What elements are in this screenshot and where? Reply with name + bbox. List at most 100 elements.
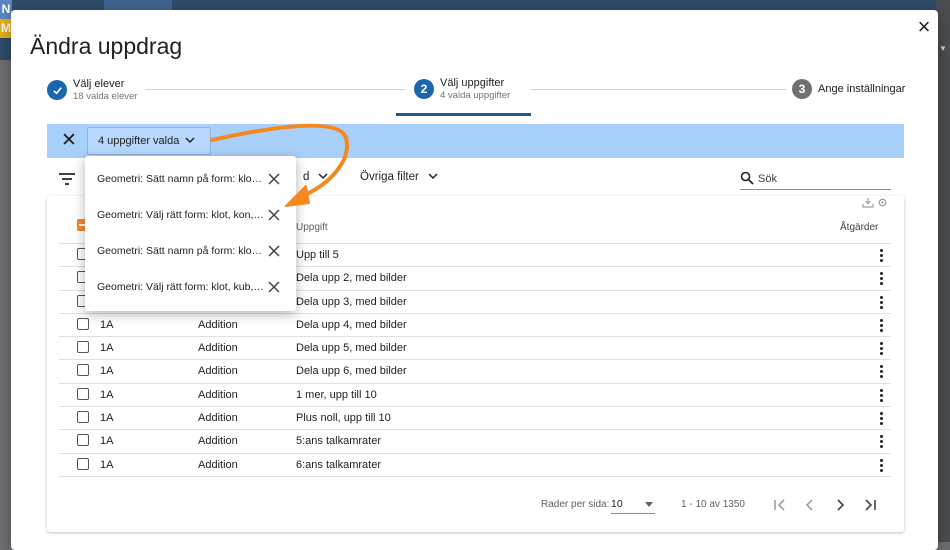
- first-page-icon[interactable]: [769, 494, 791, 516]
- step-label: Välj uppgifter: [440, 77, 505, 89]
- row-checkbox[interactable]: [77, 387, 89, 400]
- cell-subject: Addition: [198, 365, 238, 378]
- pagination: Rader per sida: 10 1 - 10 av 1350: [47, 490, 904, 520]
- page-range: 1 - 10 av 1350: [681, 499, 745, 510]
- last-page-icon[interactable]: [859, 494, 881, 516]
- selection-bar: ✕ 4 uppgifter valda: [47, 124, 904, 158]
- step-select-tasks[interactable]: 2 Välj uppgifter 4 valda uppgifter: [414, 77, 510, 101]
- row-checkbox[interactable]: [77, 317, 89, 330]
- row-checkbox[interactable]: [77, 364, 89, 377]
- remove-task-icon[interactable]: [267, 244, 281, 258]
- check-icon: [47, 80, 67, 100]
- chevron-down-icon: [315, 172, 328, 183]
- cell-task: Dela upp 4, med bilder: [296, 318, 407, 331]
- cell-task: 5:ans talkamrater: [296, 435, 381, 448]
- more-actions-icon[interactable]: [874, 269, 888, 287]
- step-settings[interactable]: 3 Ange inställningar: [792, 79, 905, 99]
- column-header-task[interactable]: Uppgift: [296, 222, 328, 233]
- selected-tasks-label: 4 uppgifter valda: [98, 135, 180, 147]
- dropdown-arrow-icon: [645, 502, 653, 507]
- step-sublabel: 4 valda uppgifter: [440, 90, 511, 101]
- cell-class: 1A: [100, 435, 114, 448]
- cell-task: Dela upp 5, med bilder: [296, 342, 407, 355]
- filter-label: d: [303, 171, 310, 183]
- rows-per-page-select[interactable]: 10: [611, 494, 655, 514]
- step-label: Välj elever: [73, 78, 125, 90]
- close-icon[interactable]: ×: [914, 16, 934, 38]
- cell-task: Dela upp 6, med bilder: [296, 365, 407, 378]
- row-checkbox[interactable]: [77, 411, 89, 424]
- table-row[interactable]: 1A Addition 5:ans talkamrater: [59, 430, 891, 454]
- more-actions-icon[interactable]: [874, 362, 888, 380]
- cell-subject: Addition: [198, 342, 238, 355]
- search-box: [740, 168, 891, 190]
- cell-class: 1A: [100, 412, 114, 425]
- cell-class: 1A: [100, 365, 114, 378]
- more-actions-icon[interactable]: [874, 409, 888, 427]
- cell-subject: Addition: [198, 318, 238, 331]
- table-row[interactable]: 1A Addition Dela upp 6, med bilder: [59, 360, 891, 384]
- cell-subject: Addition: [198, 412, 238, 425]
- selected-tasks-dropdown[interactable]: 4 uppgifter valda: [87, 127, 211, 155]
- chevron-down-icon: ▼: [939, 44, 947, 53]
- more-actions-icon[interactable]: [874, 316, 888, 334]
- download-icon[interactable]: [862, 197, 874, 208]
- table-row[interactable]: 1A Addition Plus noll, upp till 10: [59, 407, 891, 431]
- table-row[interactable]: 1A Addition Dela upp 5, med bilder: [59, 337, 891, 361]
- dialog-title: Ändra uppdrag: [30, 33, 183, 59]
- table-row[interactable]: 1A Addition Dela upp 4, med bilder: [59, 314, 891, 338]
- column-header-actions: Åtgärder: [840, 222, 879, 233]
- app-tab-strip: [104, 0, 172, 10]
- step-select-students[interactable]: Välj elever 18 valda elever: [47, 78, 137, 102]
- selected-task-item[interactable]: Geometri: Välj rätt form: klot, kon, cyl…: [85, 198, 296, 234]
- cell-subject: Addition: [198, 388, 238, 401]
- cell-task: Dela upp 2, med bilder: [296, 272, 407, 285]
- step-label: Ange inställningar: [818, 83, 906, 95]
- chevron-down-icon: [185, 136, 195, 147]
- chevron-down-icon: [425, 172, 438, 183]
- table-row[interactable]: 1A Addition 1 mer, upp till 10: [59, 384, 891, 408]
- card-tools: [862, 196, 888, 208]
- row-checkbox[interactable]: [77, 434, 89, 447]
- table-row[interactable]: 1A Addition 6:ans talkamrater: [59, 454, 891, 477]
- filter-dropdown-partial[interactable]: d: [303, 171, 328, 183]
- next-page-icon[interactable]: [829, 494, 851, 516]
- selected-tasks-popup: Geometri: Sätt namn på form: klot, kon, …: [85, 156, 296, 311]
- remove-task-icon[interactable]: [267, 172, 281, 186]
- more-actions-icon[interactable]: [874, 432, 888, 450]
- app-right-bar: ▼: [936, 0, 950, 542]
- rows-per-page-label: Rader per sida:: [541, 499, 610, 510]
- selected-task-label: Geometri: Välj rätt form: klot, kub, rät…: [97, 281, 265, 293]
- more-actions-icon[interactable]: [874, 293, 888, 311]
- row-checkbox[interactable]: [77, 457, 89, 470]
- more-actions-icon[interactable]: [874, 246, 888, 264]
- selected-task-label: Geometri: Välj rätt form: klot, kon, cyl…: [97, 209, 265, 221]
- cell-class: 1A: [100, 458, 114, 471]
- selected-task-item[interactable]: Geometri: Sätt namn på form: klot, kon, …: [85, 162, 296, 198]
- more-actions-icon[interactable]: [874, 386, 888, 404]
- more-actions-icon[interactable]: [874, 456, 888, 474]
- selected-task-label: Geometri: Sätt namn på form: klot, kub, …: [97, 245, 265, 257]
- gear-icon[interactable]: [877, 197, 888, 208]
- cell-task: 6:ans talkamrater: [296, 458, 381, 471]
- stepper-connector: [531, 89, 786, 90]
- more-actions-icon[interactable]: [874, 339, 888, 357]
- filter-icon[interactable]: [59, 171, 77, 185]
- cell-class: 1A: [100, 318, 114, 331]
- selected-task-label: Geometri: Sätt namn på form: klot, kon, …: [97, 173, 265, 185]
- clear-selection-icon[interactable]: ✕: [61, 131, 77, 151]
- row-checkbox[interactable]: [77, 341, 89, 354]
- step-sublabel: 18 valda elever: [73, 91, 138, 102]
- selected-task-item[interactable]: Geometri: Sätt namn på form: klot, kub, …: [85, 234, 296, 270]
- remove-task-icon[interactable]: [267, 208, 281, 222]
- stepper-connector: [145, 89, 405, 90]
- cell-task: Dela upp 3, med bilder: [296, 295, 407, 308]
- remove-task-icon[interactable]: [267, 280, 281, 294]
- cell-class: 1A: [100, 388, 114, 401]
- cell-subject: Addition: [198, 458, 238, 471]
- selected-task-item[interactable]: Geometri: Välj rätt form: klot, kub, rät…: [85, 270, 296, 306]
- other-filters-dropdown[interactable]: Övriga filter: [360, 171, 438, 183]
- filter-label: Övriga filter: [360, 171, 419, 183]
- previous-page-icon[interactable]: [799, 494, 821, 516]
- search-input[interactable]: [756, 170, 886, 188]
